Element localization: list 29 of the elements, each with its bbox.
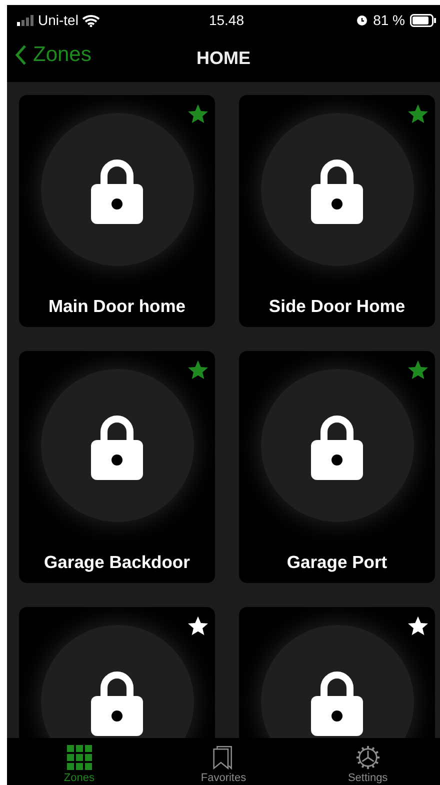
page-title: HOME xyxy=(196,48,250,69)
zone-name: Garage Backdoor xyxy=(44,552,190,573)
wifi-icon xyxy=(82,14,100,26)
tab[interactable]: Favorites xyxy=(151,738,296,785)
zone-card[interactable]: Garage Port xyxy=(239,351,435,583)
carrier-name: Uni-tel xyxy=(38,12,78,28)
chevron-left-icon xyxy=(15,44,27,66)
star-icon[interactable] xyxy=(407,615,429,637)
status-time: 15.48 xyxy=(208,12,244,28)
zone-card[interactable]: Main Door home xyxy=(19,95,215,327)
signal-icon xyxy=(17,14,34,26)
star-icon[interactable] xyxy=(407,359,429,381)
back-button[interactable]: Zones xyxy=(15,43,92,67)
star-icon[interactable] xyxy=(187,103,209,125)
star-icon[interactable] xyxy=(187,615,209,637)
tab[interactable]: Settings xyxy=(296,738,440,785)
alarm-clock-icon xyxy=(356,14,368,26)
grid-icon xyxy=(66,745,92,770)
zone-name: Garage Port xyxy=(286,552,388,573)
zone-name: Main Door home xyxy=(48,296,186,317)
settings-icon xyxy=(354,745,381,770)
zone-card[interactable]: Side Door Home xyxy=(239,95,435,327)
battery-icon xyxy=(410,14,436,26)
zone-name: Side Door Home xyxy=(268,296,406,317)
battery-percentage: 81 % xyxy=(373,12,405,28)
star-icon[interactable] xyxy=(187,359,209,381)
tab[interactable]: Zones xyxy=(7,738,152,785)
zone-card[interactable]: Garage Backdoor xyxy=(19,351,215,583)
star-icon[interactable] xyxy=(407,103,429,125)
